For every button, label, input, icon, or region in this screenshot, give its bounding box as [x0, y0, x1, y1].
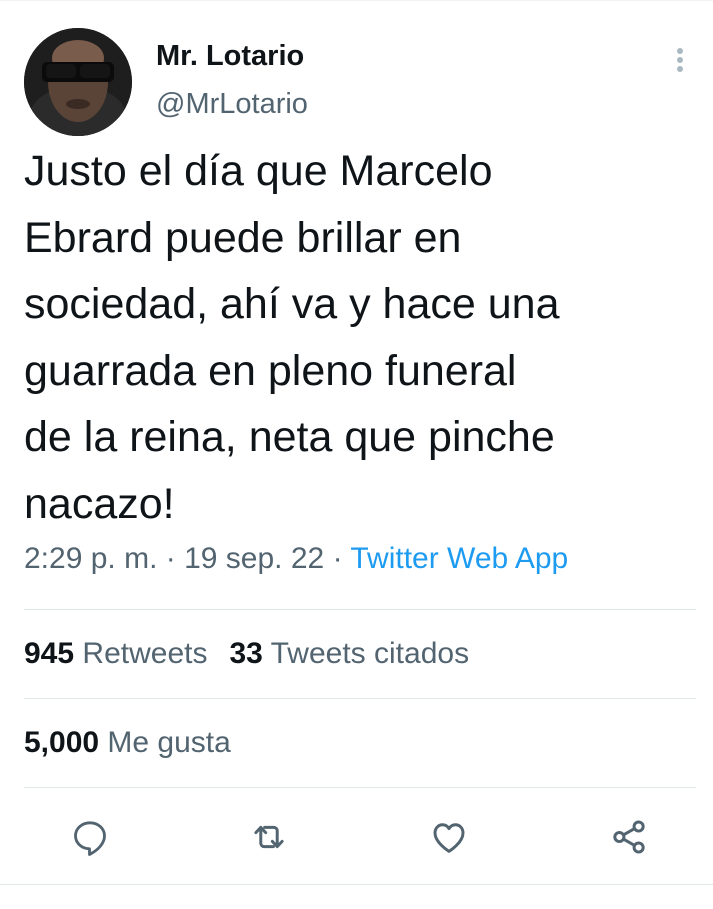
avatar[interactable] [24, 28, 132, 136]
meta-separator: · [332, 542, 343, 575]
tweet-meta: 2:29 p. m. · 19 sep. 22 · Twitter Web Ap… [24, 542, 568, 576]
quotes-label: Tweets citados [270, 637, 470, 670]
tweet-date[interactable]: 19 sep. 22 [184, 542, 324, 575]
share-button[interactable] [605, 813, 653, 861]
tweet-time[interactable]: 2:29 p. m. [24, 542, 157, 575]
more-vertical-icon [677, 48, 683, 72]
retweets-label: Retweets [82, 637, 208, 670]
like-button[interactable] [425, 813, 473, 861]
retweets-count: 945 [24, 637, 75, 670]
avatar-image [24, 28, 132, 136]
reply-icon [74, 821, 106, 856]
retweets-stat[interactable]: 945 Retweets [24, 637, 207, 671]
tweet-source-link[interactable]: Twitter Web App [350, 542, 568, 575]
quotes-count: 33 [229, 637, 263, 670]
tweet-text-line: de la reina, neta que pinche [24, 413, 555, 461]
reply-button[interactable] [66, 813, 114, 861]
bottom-divider [0, 884, 713, 885]
tweet-text-line: Ebrard puede brillar en [24, 213, 462, 262]
likes-label: Me gusta [107, 726, 231, 759]
display-name[interactable]: Mr. Lotario [156, 40, 304, 73]
tweet-text-line: nacazo! [24, 479, 175, 528]
user-handle[interactable]: @MrLotario [156, 88, 308, 121]
retweet-icon [254, 825, 284, 849]
tweet-text: Justo el día que Marcelo Ebrard puede br… [24, 138, 684, 537]
meta-separator: · [165, 542, 176, 575]
share-icon [613, 820, 645, 854]
engagement-stats: 945 Retweets 33 Tweets citados [24, 637, 491, 671]
tweet-text-line: sociedad, ahí va y hace una [24, 280, 560, 328]
top-divider [0, 0, 713, 1]
tweet-text-line: Justo el día que Marcelo [24, 147, 493, 195]
likes-count: 5,000 [24, 726, 100, 759]
heart-icon [433, 823, 465, 853]
divider [24, 698, 696, 699]
divider [24, 787, 696, 788]
more-options-button[interactable] [664, 40, 696, 80]
retweet-button[interactable] [245, 813, 293, 861]
likes-row: 5,000 Me gusta [24, 726, 253, 760]
quotes-stat[interactable]: 33 Tweets citados [229, 637, 469, 671]
divider [24, 609, 696, 610]
tweet-text-line: guarrada en pleno funeral [24, 346, 517, 395]
likes-stat[interactable]: 5,000 Me gusta [24, 726, 231, 760]
